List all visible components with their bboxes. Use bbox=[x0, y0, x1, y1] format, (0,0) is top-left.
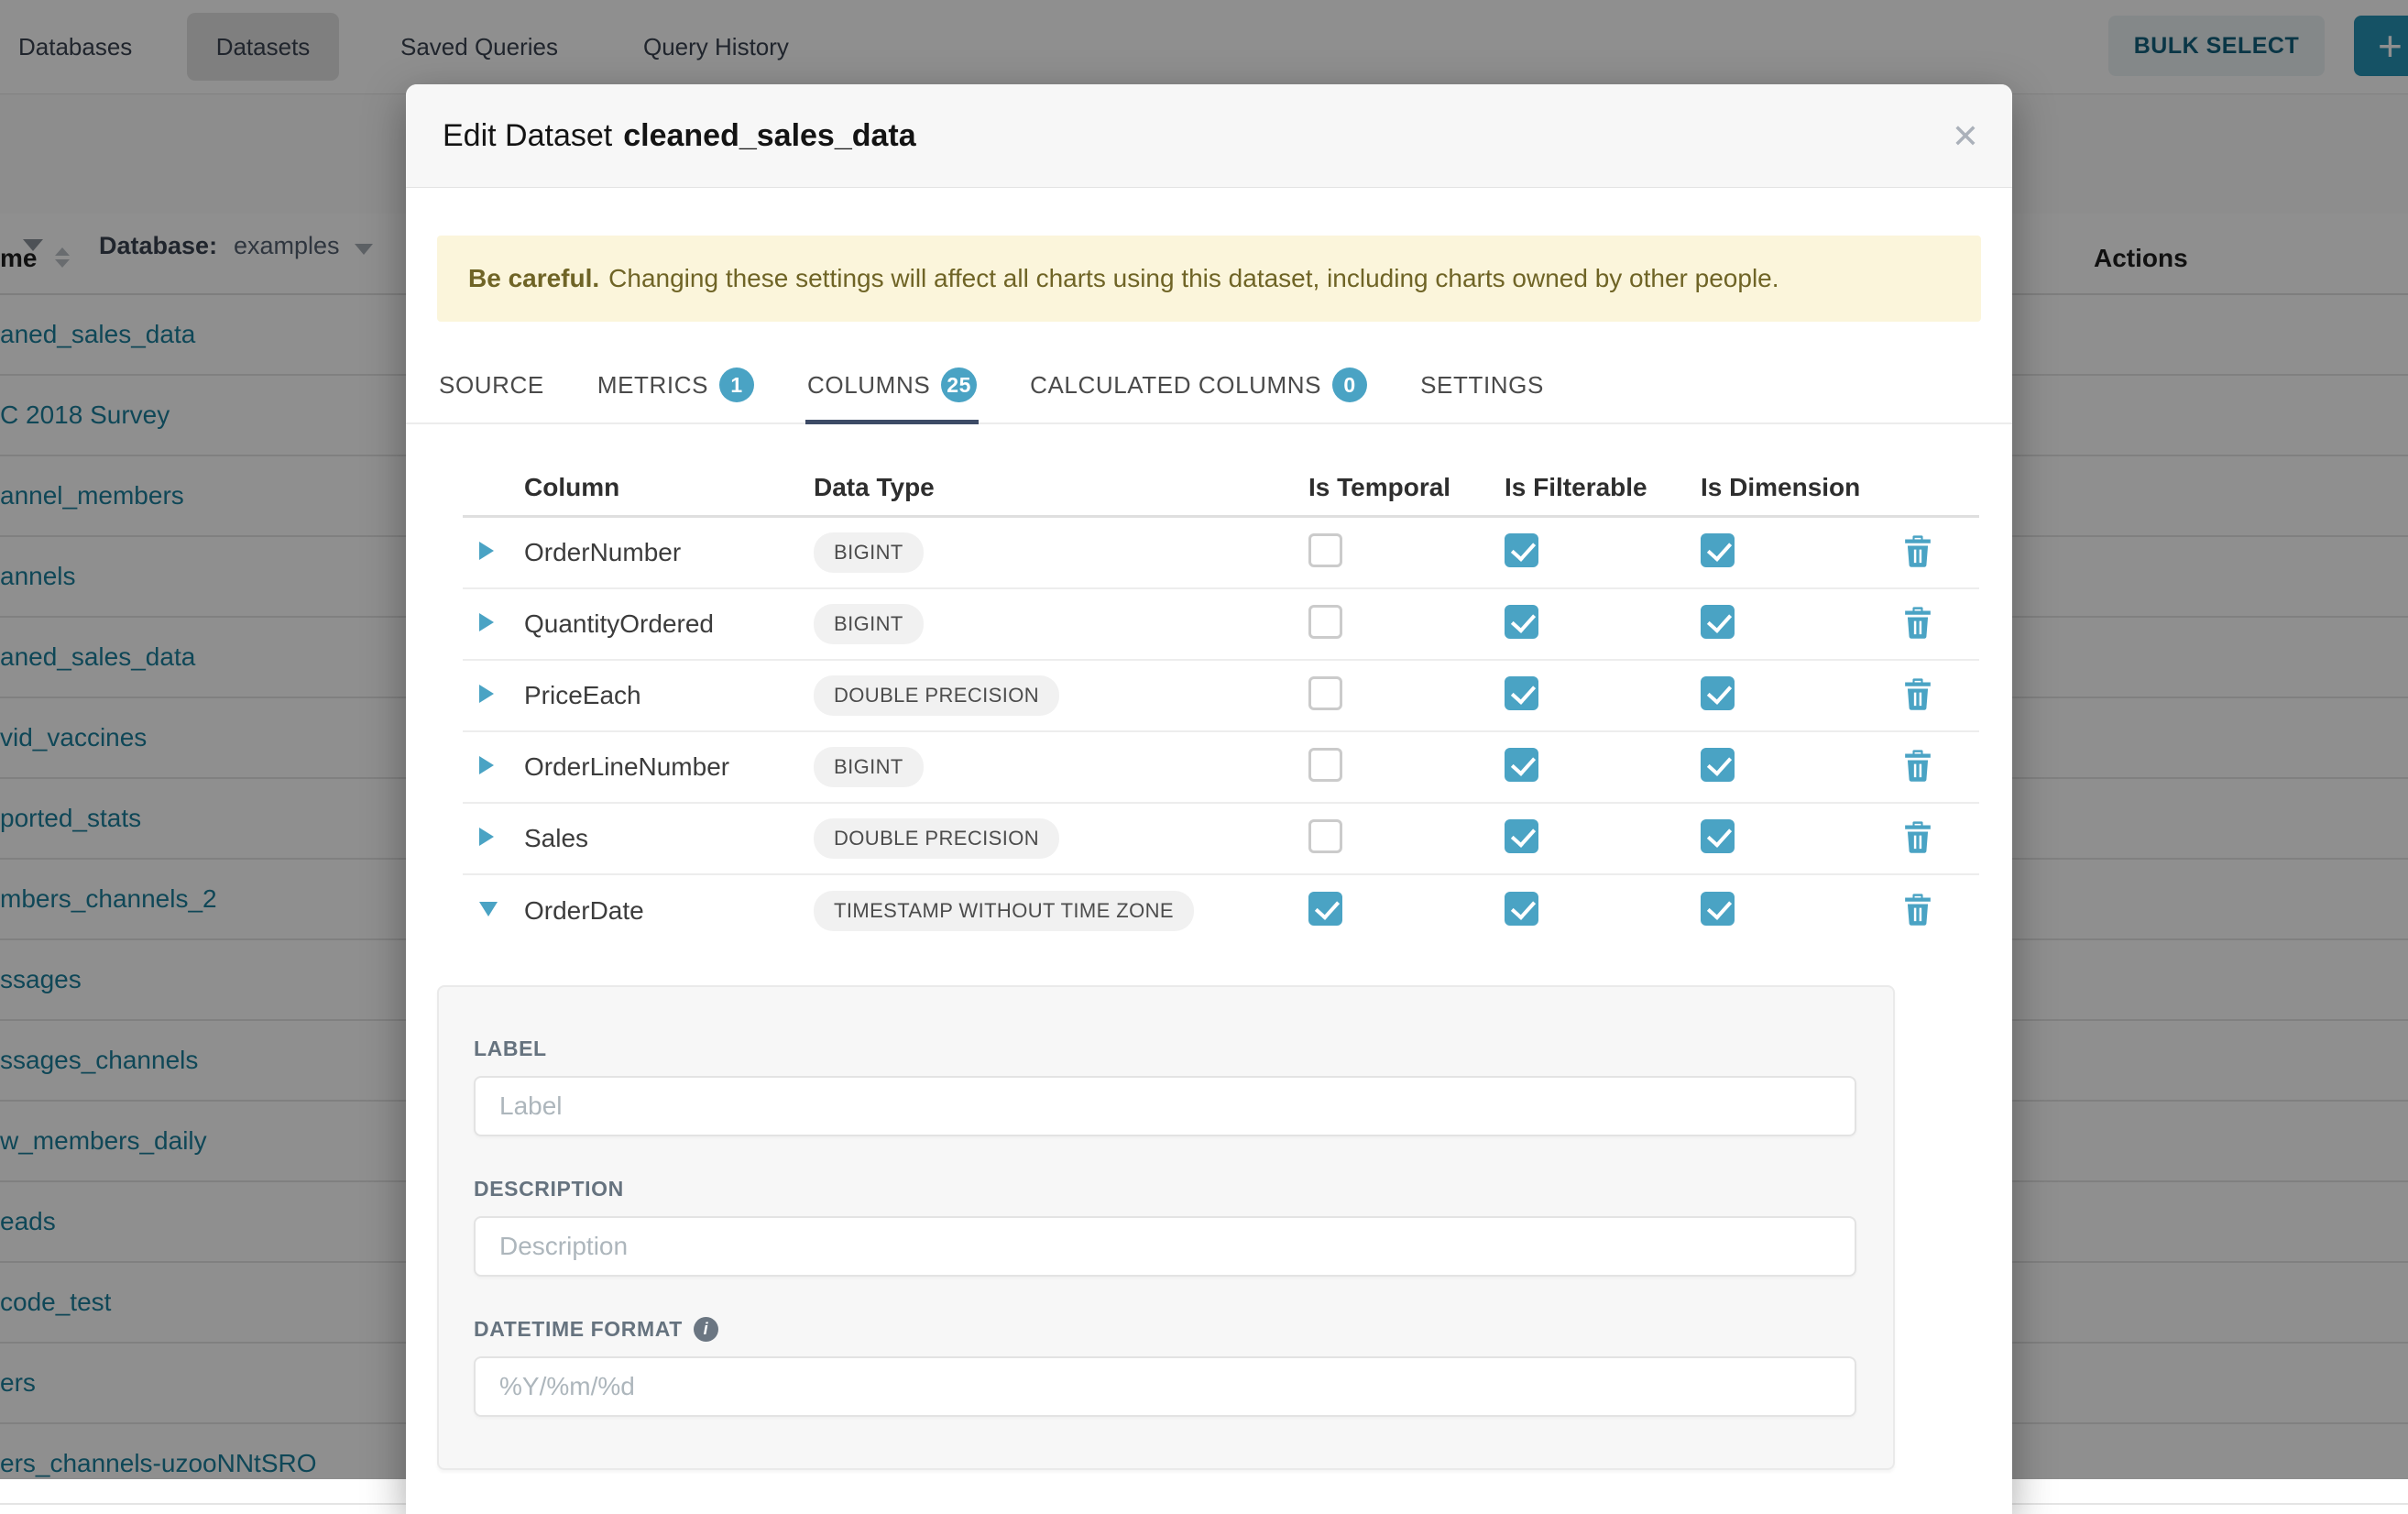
info-icon[interactable]: i bbox=[694, 1317, 718, 1342]
tab-settings[interactable]: SETTINGS bbox=[1418, 349, 1546, 424]
column-row: QuantityOrdered BIGINT bbox=[463, 589, 1979, 661]
columns-table: Column Data Type Is Temporal Is Filterab… bbox=[437, 460, 1981, 947]
column-detail-panel: LABEL DESCRIPTION DATETIME FORMAT i bbox=[437, 985, 1895, 1470]
header-is-dimension: Is Dimension bbox=[1701, 473, 1897, 502]
tab-calculated-columns[interactable]: CALCULATED COLUMNS 0 bbox=[1028, 349, 1369, 424]
column-row: Sales DOUBLE PRECISION bbox=[463, 804, 1979, 875]
header-is-temporal: Is Temporal bbox=[1308, 473, 1505, 502]
delete-column-button[interactable] bbox=[1902, 534, 1939, 571]
data-type-pill: TIMESTAMP WITHOUT TIME ZONE bbox=[814, 891, 1194, 931]
modal-tabs: SOURCE METRICS 1 COLUMNS 25 CALCULATED C… bbox=[437, 349, 1981, 424]
column-name: QuantityOrdered bbox=[524, 609, 814, 639]
is-temporal-checkbox[interactable] bbox=[1308, 676, 1342, 710]
data-type-pill: DOUBLE PRECISION bbox=[814, 818, 1059, 859]
label-input[interactable] bbox=[474, 1076, 1856, 1136]
column-name: Sales bbox=[524, 824, 814, 853]
delete-column-button[interactable] bbox=[1902, 677, 1939, 714]
is-filterable-checkbox[interactable] bbox=[1505, 676, 1538, 710]
is-filterable-checkbox[interactable] bbox=[1505, 748, 1538, 782]
datetime-format-field-label: DATETIME FORMAT i bbox=[474, 1317, 1856, 1342]
close-icon[interactable]: ✕ bbox=[1952, 84, 1979, 188]
is-dimension-checkbox[interactable] bbox=[1701, 676, 1735, 710]
data-type-pill: BIGINT bbox=[814, 604, 924, 644]
is-temporal-checkbox[interactable] bbox=[1308, 605, 1342, 639]
column-name: PriceEach bbox=[524, 681, 814, 710]
tab-source[interactable]: SOURCE bbox=[437, 349, 546, 424]
header-column: Column bbox=[524, 473, 814, 502]
delete-column-button[interactable] bbox=[1902, 606, 1939, 642]
data-type-pill: DOUBLE PRECISION bbox=[814, 675, 1059, 716]
header-is-filterable: Is Filterable bbox=[1505, 473, 1701, 502]
is-filterable-checkbox[interactable] bbox=[1505, 533, 1538, 567]
column-name: OrderNumber bbox=[524, 538, 814, 567]
is-dimension-checkbox[interactable] bbox=[1701, 605, 1735, 639]
modal-header: Edit Datasetcleaned_sales_data ✕ bbox=[406, 84, 2012, 188]
is-temporal-checkbox[interactable] bbox=[1308, 748, 1342, 782]
column-row: PriceEach DOUBLE PRECISION bbox=[463, 661, 1979, 732]
is-temporal-checkbox[interactable] bbox=[1308, 819, 1342, 853]
column-row: OrderNumber BIGINT bbox=[463, 518, 1979, 589]
dataset-name: cleaned_sales_data bbox=[623, 118, 915, 153]
is-filterable-checkbox[interactable] bbox=[1505, 605, 1538, 639]
expand-caret-icon[interactable] bbox=[479, 828, 494, 846]
expand-caret-icon[interactable] bbox=[479, 685, 494, 703]
modal-body: Be careful. Changing these settings will… bbox=[406, 236, 2012, 1470]
column-row: OrderLineNumber BIGINT bbox=[463, 732, 1979, 804]
is-dimension-checkbox[interactable] bbox=[1701, 533, 1735, 567]
label-field-label: LABEL bbox=[474, 1037, 1856, 1061]
is-filterable-checkbox[interactable] bbox=[1505, 819, 1538, 853]
header-data-type: Data Type bbox=[814, 473, 1308, 502]
delete-column-button[interactable] bbox=[1902, 893, 1939, 929]
expand-caret-icon[interactable] bbox=[479, 542, 494, 560]
tab-count-badge: 1 bbox=[719, 368, 754, 402]
column-name: OrderLineNumber bbox=[524, 752, 814, 782]
data-type-pill: BIGINT bbox=[814, 747, 924, 787]
is-dimension-checkbox[interactable] bbox=[1701, 819, 1735, 853]
warning-banner: Be careful. Changing these settings will… bbox=[437, 236, 1981, 322]
column-row: OrderDate TIMESTAMP WITHOUT TIME ZONE bbox=[463, 875, 1979, 947]
is-dimension-checkbox[interactable] bbox=[1701, 892, 1735, 926]
description-field-label: DESCRIPTION bbox=[474, 1177, 1856, 1201]
columns-table-header: Column Data Type Is Temporal Is Filterab… bbox=[463, 460, 1979, 515]
tab-columns[interactable]: COLUMNS 25 bbox=[805, 349, 979, 424]
delete-column-button[interactable] bbox=[1902, 820, 1939, 857]
description-input[interactable] bbox=[474, 1216, 1856, 1277]
data-type-pill: BIGINT bbox=[814, 532, 924, 573]
tab-count-badge: 0 bbox=[1332, 368, 1367, 402]
delete-column-button[interactable] bbox=[1902, 749, 1939, 785]
is-temporal-checkbox[interactable] bbox=[1308, 892, 1342, 926]
tab-metrics[interactable]: METRICS 1 bbox=[596, 349, 756, 424]
warning-bold: Be careful. bbox=[468, 264, 599, 293]
edit-dataset-modal: Edit Datasetcleaned_sales_data ✕ Be care… bbox=[406, 84, 2012, 1514]
is-dimension-checkbox[interactable] bbox=[1701, 748, 1735, 782]
is-filterable-checkbox[interactable] bbox=[1505, 892, 1538, 926]
expand-caret-icon[interactable] bbox=[479, 756, 494, 774]
expand-caret-icon[interactable] bbox=[479, 613, 494, 631]
expand-caret-icon[interactable] bbox=[479, 902, 498, 916]
datetime-format-input[interactable] bbox=[474, 1356, 1856, 1417]
tab-count-badge: 25 bbox=[941, 368, 977, 402]
modal-title: Edit Datasetcleaned_sales_data bbox=[443, 118, 916, 154]
warning-text: Changing these settings will affect all … bbox=[608, 264, 1779, 293]
column-name: OrderDate bbox=[524, 896, 814, 926]
is-temporal-checkbox[interactable] bbox=[1308, 533, 1342, 567]
